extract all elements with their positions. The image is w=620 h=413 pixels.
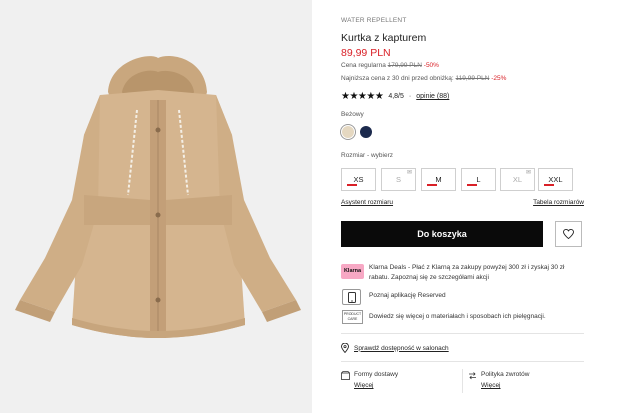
- app-promo-text[interactable]: Poznaj aplikację Reserved: [369, 292, 446, 299]
- care-info-text[interactable]: Dowiedz się więcej o materiałach i sposo…: [369, 313, 546, 320]
- product-care-icon: PRODUCT CARE: [342, 310, 363, 324]
- box-icon: [341, 371, 350, 380]
- size-option-xl[interactable]: ✉ XL: [500, 168, 535, 191]
- lowest-discount: -25%: [491, 75, 507, 82]
- delivery-more-link[interactable]: Więcej: [354, 382, 398, 389]
- product-tag: WATER REPELLENT: [341, 17, 407, 24]
- size-option-label: XL: [512, 175, 523, 184]
- size-option-l[interactable]: L: [461, 168, 496, 191]
- regular-discount: -50%: [423, 62, 439, 69]
- regular-price-label: Cena regularna: [341, 62, 386, 69]
- size-option-label: XS: [353, 175, 364, 184]
- phone-icon: [342, 289, 361, 305]
- size-option-label: XXL: [548, 175, 563, 184]
- lowest-price-value: 119,99 PLN: [455, 75, 490, 82]
- low-stock-indicator: [467, 184, 477, 186]
- rating-separator: ·: [408, 93, 412, 100]
- size-option-label: L: [476, 175, 481, 184]
- low-stock-indicator: [544, 184, 554, 186]
- size-chart-link[interactable]: Tabela rozmiarów: [533, 199, 584, 206]
- rating-row: ★★★★★ 4,8/5 · opinie (88): [341, 91, 449, 102]
- rating-score: 4,8/5: [388, 93, 404, 100]
- location-pin-icon: [341, 343, 349, 353]
- regular-price-row: Cena regularna 179,99 PLN -50%: [341, 62, 439, 69]
- size-option-label: M: [435, 175, 442, 184]
- rating-stars: ★★★★★: [341, 91, 384, 102]
- jacket-illustration: [15, 55, 301, 338]
- care-icon-text-1: PRODUCT: [343, 312, 362, 316]
- klarna-logo: Klarna: [341, 264, 364, 279]
- klarna-text[interactable]: Klarna Deals - Płać z Klarną za zakupy p…: [369, 263, 584, 283]
- swatch-beige[interactable]: [342, 126, 354, 138]
- envelope-icon: ✉: [525, 170, 531, 176]
- delivery-label: Formy dostawy: [354, 371, 399, 378]
- wishlist-button[interactable]: [555, 221, 582, 247]
- product-info-panel: WATER REPELLENT Kurtka z kapturem 89,99 …: [341, 0, 586, 413]
- care-icon-text-2: CARE: [347, 317, 358, 321]
- size-prompt: wybierz: [370, 152, 394, 159]
- heart-icon: [563, 229, 574, 239]
- size-option-label: S: [395, 175, 401, 184]
- divider: [341, 361, 584, 362]
- low-stock-indicator: [427, 184, 437, 186]
- store-availability-text: Sprawdź dostępność w salonach: [354, 344, 449, 352]
- returns-info: Polityka zwrotów Więcej: [468, 371, 529, 389]
- divider: [341, 333, 584, 334]
- reviews-link[interactable]: opinie (88): [416, 93, 449, 100]
- returns-more-link[interactable]: Więcej: [481, 382, 529, 389]
- size-links-row: Asystent rozmiaru Tabela rozmiarów: [341, 199, 584, 206]
- size-option-m[interactable]: M: [421, 168, 456, 191]
- product-image[interactable]: [0, 0, 312, 413]
- size-option-xxl[interactable]: XXL: [538, 168, 573, 191]
- size-label: Rozmiar -: [341, 152, 370, 159]
- size-label-row: Rozmiar - wybierz: [341, 152, 393, 159]
- lowest-price-row: Najniższa cena z 30 dni przed obniżką: 1…: [341, 75, 506, 82]
- return-arrows-icon: [469, 372, 476, 380]
- vertical-divider: [462, 369, 463, 393]
- low-stock-indicator: [347, 184, 357, 186]
- add-to-cart-button[interactable]: Do koszyka: [341, 221, 543, 247]
- returns-label: Polityka zwrotów: [481, 371, 530, 378]
- product-title: Kurtka z kapturem: [341, 32, 427, 44]
- size-option-s[interactable]: ✉ S: [381, 168, 416, 191]
- product-price: 89,99 PLN: [341, 47, 391, 59]
- size-assistant-link[interactable]: Asystent rozmiaru: [341, 199, 393, 206]
- size-option-xs[interactable]: XS: [341, 168, 376, 191]
- envelope-icon: ✉: [406, 170, 412, 176]
- lowest-price-label: Najniższa cena z 30 dni przed obniżką:: [341, 75, 454, 82]
- store-availability-link[interactable]: Sprawdź dostępność w salonach: [341, 343, 449, 353]
- color-label: Beżowy: [341, 111, 364, 118]
- regular-price-value: 179,99 PLN: [387, 62, 422, 69]
- delivery-info: Formy dostawy Więcej: [341, 371, 398, 389]
- swatch-navy[interactable]: [360, 126, 372, 138]
